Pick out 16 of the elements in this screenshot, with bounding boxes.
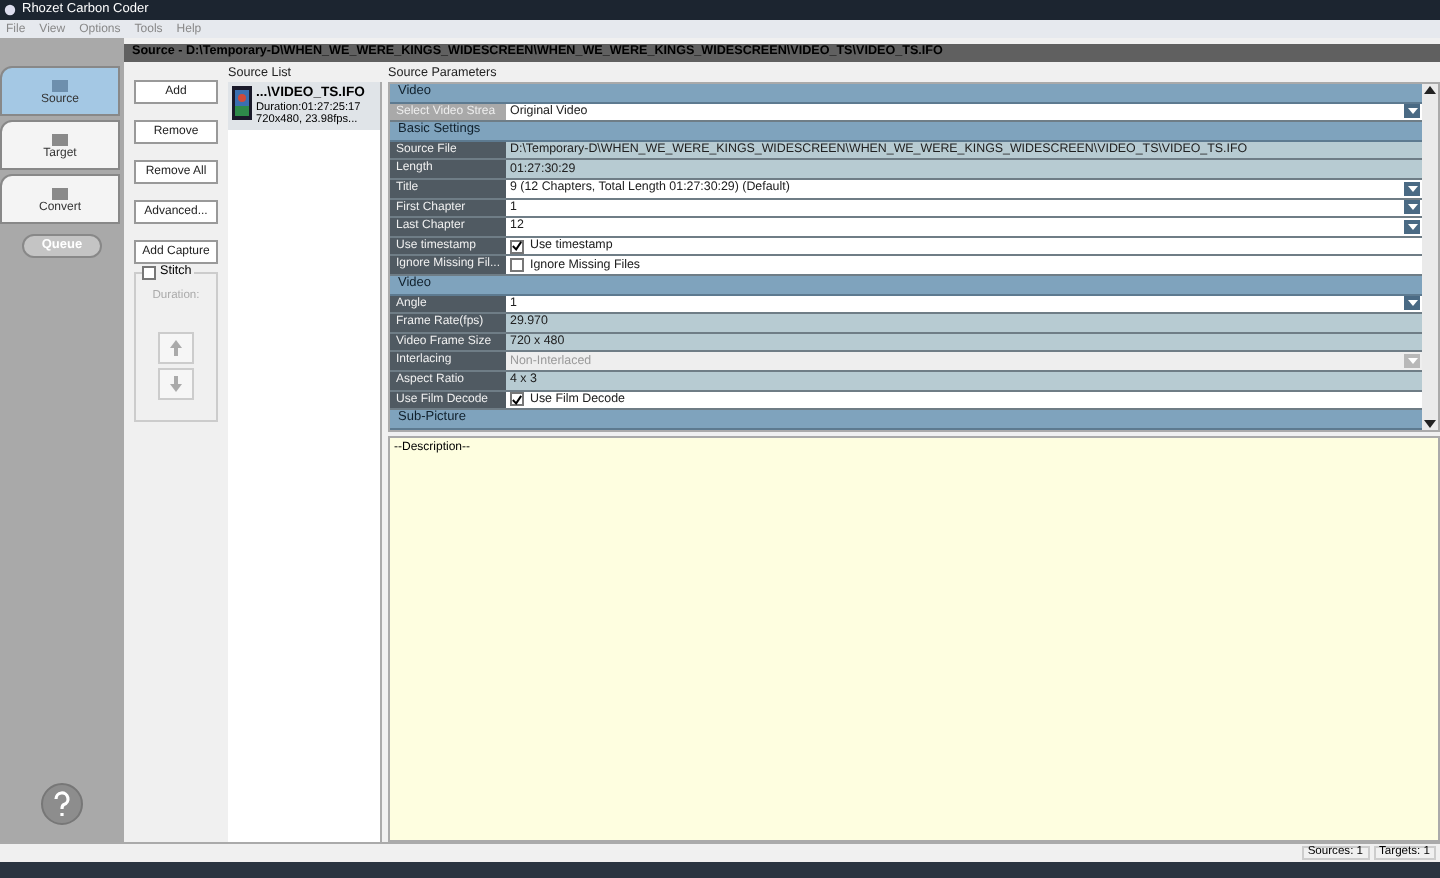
scrollbar[interactable] (1422, 84, 1438, 430)
dropdown-arrow-icon[interactable] (1404, 104, 1420, 119)
scroll-up-icon[interactable] (1424, 84, 1436, 96)
dropdown-arrow-icon[interactable] (1404, 200, 1420, 215)
checkbox[interactable] (510, 392, 524, 407)
dropdown-arrow-icon[interactable] (1404, 296, 1420, 311)
dropdown-arrow-icon[interactable] (1404, 219, 1420, 234)
scroll-down-icon[interactable] (1424, 418, 1436, 430)
up-arrow-icon (170, 339, 182, 356)
checkbox[interactable] (142, 266, 156, 280)
checkbox[interactable] (510, 239, 524, 254)
checkbox[interactable] (510, 258, 524, 273)
app-icon (4, 4, 16, 16)
down-arrow-icon (170, 375, 182, 392)
help-icon[interactable] (40, 782, 84, 826)
dropdown-arrow-icon[interactable] (1404, 181, 1420, 196)
